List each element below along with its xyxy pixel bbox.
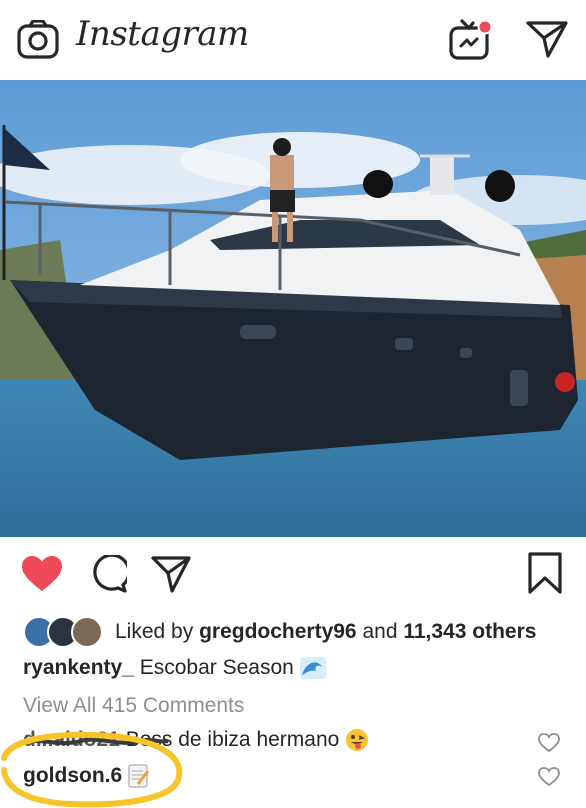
tongue-out-emoji — [346, 729, 369, 752]
share-icon[interactable] — [151, 555, 191, 593]
liker-username[interactable]: gregdocherty96 — [199, 620, 357, 643]
heart-outline-icon[interactable] — [538, 733, 560, 753]
caption-username[interactable]: ryankenty_ — [23, 656, 134, 679]
likes-summary[interactable]: Liked by gregdocherty96 and 11,343 other… — [23, 614, 583, 648]
post-image[interactable] — [0, 80, 586, 537]
wave-emoji — [299, 657, 326, 680]
paper-plane-icon[interactable] — [526, 20, 568, 58]
comment-icon[interactable] — [89, 555, 127, 593]
bookmark-icon[interactable] — [528, 552, 562, 594]
likes-count[interactable]: 11,343 others — [403, 620, 536, 643]
liker-avatars — [23, 616, 103, 648]
igtv-icon[interactable] — [449, 18, 493, 60]
liked-prefix: Liked by — [115, 620, 194, 643]
post-caption: ryankenty_ Escobar Season — [23, 656, 326, 680]
likes-text: Liked by gregdocherty96 and 11,343 other… — [115, 620, 536, 644]
heart-outline-icon[interactable] — [538, 767, 560, 787]
app-logo: Instagram — [76, 14, 249, 54]
post-actions — [0, 548, 586, 600]
view-all-comments-link[interactable]: View All 415 Comments — [23, 694, 244, 718]
camera-icon[interactable] — [17, 20, 59, 60]
heart-filled-icon[interactable] — [21, 555, 63, 593]
yellow-annotation-circle — [1, 731, 183, 808]
caption-text: Escobar Season — [139, 656, 294, 679]
top-bar: Instagram — [0, 0, 586, 81]
liked-and: and — [362, 620, 398, 643]
avatar — [71, 616, 103, 648]
